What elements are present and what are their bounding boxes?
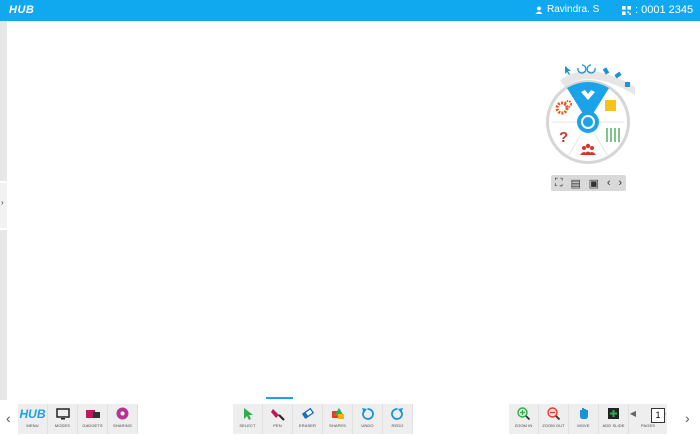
undo-label: UNDO [361,423,374,428]
zoom-in-icon [517,404,530,423]
wheel-help-icon[interactable]: ? [559,129,568,146]
modes-label: MODES [54,423,71,428]
shapes-label: SHAPES [329,423,346,428]
sharing-label: SHARING [113,423,132,428]
left-panel-edge [0,21,7,181]
eraser-icon [301,404,315,423]
menu-label: MENU [26,423,39,428]
next-icon[interactable]: › [618,177,622,189]
add-slide-button[interactable]: ADD SLIDE [599,404,629,434]
gadgets-button[interactable]: GADGETS [78,404,108,434]
pen-label: PEN [273,423,282,428]
pen-button[interactable]: PEN [263,404,293,434]
add-slide-icon [607,404,620,423]
zoom-out-label: ZOOM OUT [542,423,565,428]
redo-button[interactable]: REDO [383,404,413,434]
expand-arrow-icon: › [1,198,4,207]
undo-icon [361,404,374,423]
pen-active-indicator [266,397,293,399]
gadgets-label: GADGETS [82,423,103,428]
page-number[interactable]: 1 [651,408,665,423]
toolbar-center-group: SELECT PEN ERASER SHAPES UNDO REDO [233,404,413,434]
left-panel-toggle[interactable]: › [0,183,7,228]
sharing-icon [116,404,129,423]
redo-label: REDO [391,423,404,428]
eraser-button[interactable]: ERASER [293,404,323,434]
open-folder-icon[interactable]: ▤ [570,177,580,190]
user-info[interactable]: Ravindra. S [535,4,599,15]
move-hand-icon [578,404,590,423]
toolbar-scroll-left-icon[interactable]: ‹ [6,410,11,426]
zoom-out-icon [547,404,560,423]
gadgets-icon [85,404,101,423]
left-panel-edge-lower [0,230,7,400]
screenshot-icon[interactable]: ⛶ [555,177,563,190]
wheel-shapes-icon[interactable] [625,82,630,87]
toolbar-scroll-right-icon[interactable]: › [685,410,690,426]
select-button[interactable]: SELECT [233,404,263,434]
user-icon [535,5,543,14]
add-slide-label: ADD SLIDE [602,423,625,428]
toolbar-left-group: HUB MENU MODES GADGETS SHARING [18,404,138,434]
move-label: MOVE [577,423,590,428]
prev-icon[interactable]: ‹ [607,177,611,189]
zoom-out-button[interactable]: ZOOM OUT [539,404,569,434]
prev-page-icon[interactable]: ◀ [630,409,636,418]
save-icon[interactable]: ▣ [589,177,599,190]
hub-logo: HUB [9,4,35,16]
wheel-select-icon[interactable] [565,66,571,75]
shapes-icon [331,404,345,423]
toolbar-right-group: ZOOM IN ZOOM OUT MOVE ADD SLIDE ◀ ▶ PAGE… [509,404,667,434]
wheel-notes-icon[interactable] [605,100,616,111]
redo-icon [391,404,404,423]
top-bar: HUB Ravindra. S : 0001 2345 [0,0,700,21]
session-code-text: : 0001 2345 [635,4,694,16]
menu-button[interactable]: HUB MENU [18,404,48,434]
zoom-in-label: ZOOM IN [514,423,533,428]
undo-button[interactable]: UNDO [353,404,383,434]
tool-wheel[interactable]: ? [545,60,635,170]
zoom-in-button[interactable]: ZOOM IN [509,404,539,434]
wheel-sub-toolbar: ⛶ ▤ ▣ ‹ › [551,175,626,191]
hub-logo-icon: HUB [19,406,46,421]
session-code[interactable]: : 0001 2345 [622,4,693,16]
move-button[interactable]: MOVE [569,404,599,434]
sharing-button[interactable]: SHARING [108,404,138,434]
pen-icon [270,404,286,423]
wheel-center[interactable] [577,111,599,133]
modes-button[interactable]: MODES [48,404,78,434]
select-label: SELECT [239,423,256,428]
eraser-label: ERASER [298,423,317,428]
monitor-icon [55,404,70,423]
shapes-button[interactable]: SHAPES [323,404,353,434]
user-name: Ravindra. S [547,4,600,15]
pages-label: PAGES [641,423,655,428]
select-icon [242,404,254,423]
qr-code-icon [622,5,631,15]
